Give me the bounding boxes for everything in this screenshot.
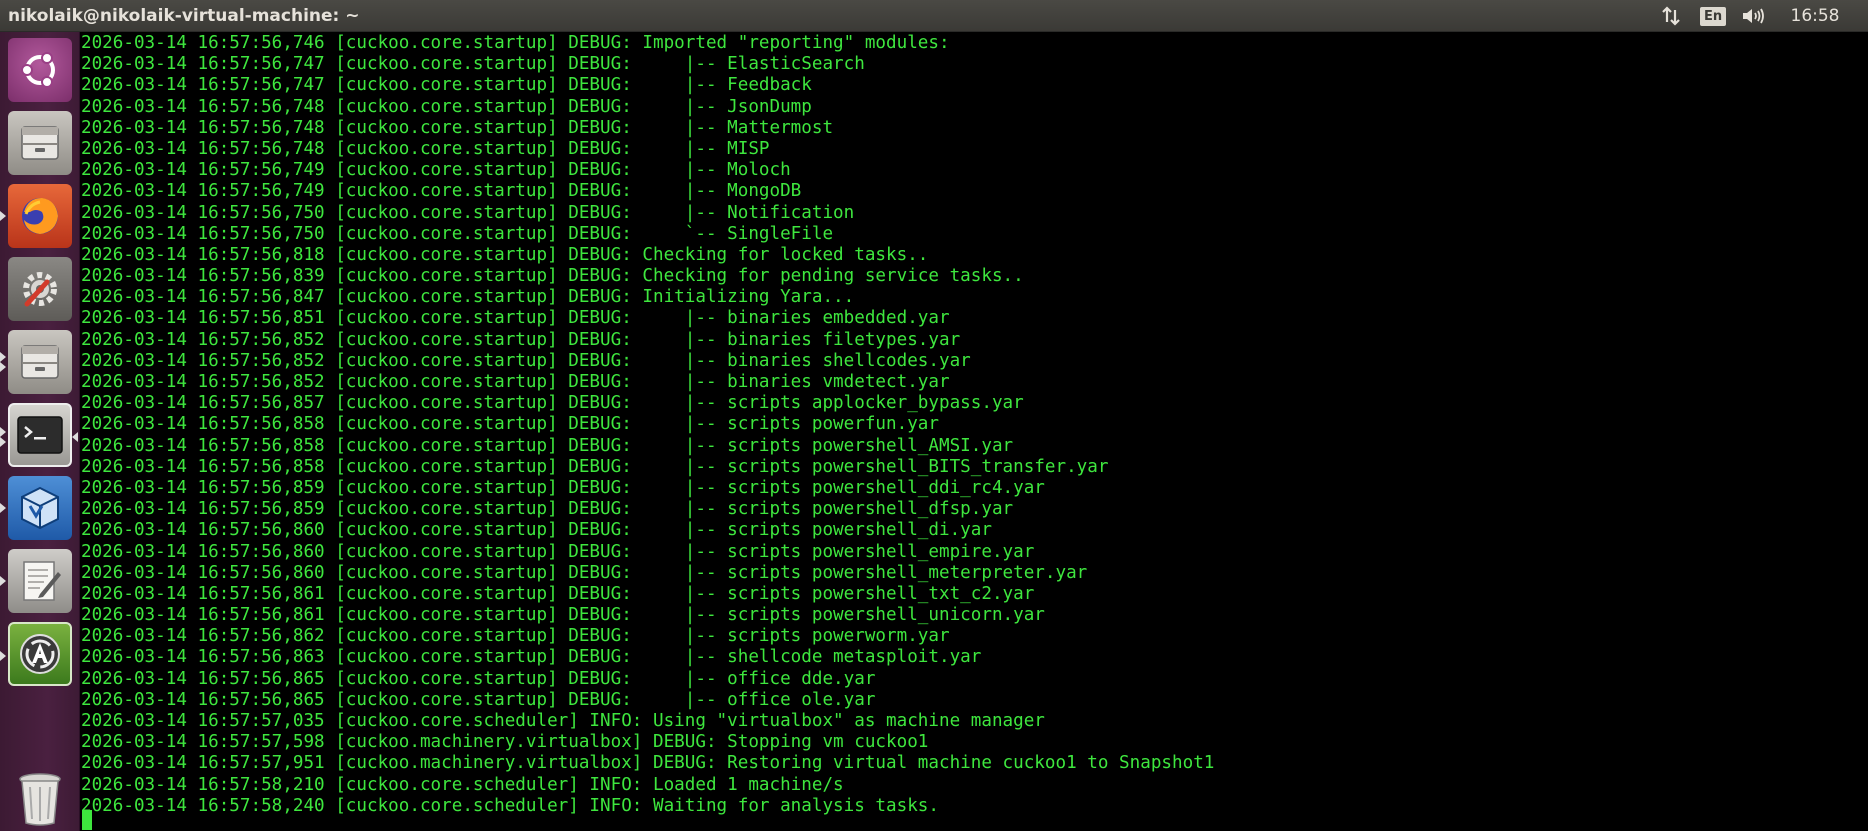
terminal-line: 2026-03-14 16:57:56,858 [cuckoo.core.sta…	[81, 456, 1109, 477]
network-arrows-icon	[1662, 6, 1680, 26]
terminal-line: 2026-03-14 16:57:56,860 [cuckoo.core.sta…	[81, 520, 992, 541]
terminal-line: 2026-03-14 16:57:56,747 [cuckoo.core.sta…	[81, 75, 812, 96]
launcher	[0, 32, 80, 831]
terminal-line: 2026-03-14 16:57:56,750 [cuckoo.core.sta…	[81, 202, 855, 223]
terminal-line: 2026-03-14 16:57:56,865 [cuckoo.core.sta…	[81, 689, 876, 710]
keyboard-layout-indicator[interactable]: En	[1699, 0, 1727, 32]
software-updater-launcher-button[interactable]	[0, 622, 72, 686]
terminal-line: 2026-03-14 16:57:57,598 [cuckoo.machiner…	[81, 732, 929, 753]
system-settings-icon	[23, 272, 57, 307]
top-panel: nikolaik@nikolaik-virtual-machine: ~ En …	[0, 0, 1868, 32]
speaker-icon	[1743, 8, 1764, 24]
running-indicator	[0, 651, 6, 661]
running-indicator	[0, 362, 6, 372]
terminal-line: 2026-03-14 16:57:56,839 [cuckoo.core.sta…	[81, 266, 1024, 287]
terminal-line: 2026-03-14 16:57:56,860 [cuckoo.core.sta…	[81, 541, 1035, 562]
files-launcher-button[interactable]	[8, 111, 72, 175]
running-indicator	[0, 211, 6, 221]
text-editor-launcher-button[interactable]	[0, 549, 72, 613]
system-settings-launcher-button[interactable]	[8, 257, 72, 321]
terminal-line: 2026-03-14 16:57:56,863 [cuckoo.core.sta…	[81, 647, 982, 668]
terminal-line: 2026-03-14 16:57:56,857 [cuckoo.core.sta…	[81, 393, 1024, 414]
terminal-launcher-button[interactable]	[0, 403, 78, 467]
running-indicator	[0, 437, 6, 447]
terminal-line: 2026-03-14 16:57:56,748 [cuckoo.core.sta…	[81, 138, 770, 159]
terminal-output: 2026-03-14 16:57:56,746 [cuckoo.core.sta…	[81, 33, 1214, 817]
files-launcher-button-2[interactable]	[0, 330, 72, 394]
virtualbox-launcher-button[interactable]	[0, 476, 72, 540]
files-icon	[21, 126, 59, 160]
terminal-line: 2026-03-14 16:57:56,818 [cuckoo.core.sta…	[81, 244, 929, 265]
terminal-line: 2026-03-14 16:57:56,750 [cuckoo.core.sta…	[81, 223, 834, 244]
terminal-line: 2026-03-14 16:57:56,847 [cuckoo.core.sta…	[81, 287, 855, 308]
text-editor-icon	[23, 561, 61, 601]
running-indicator	[0, 427, 6, 437]
window-title: nikolaik@nikolaik-virtual-machine: ~	[8, 6, 360, 26]
volume-icon[interactable]	[1738, 0, 1770, 32]
terminal-line: 2026-03-14 16:57:57,035 [cuckoo.core.sch…	[81, 711, 1045, 731]
terminal-line: 2026-03-14 16:57:56,747 [cuckoo.core.sta…	[81, 54, 865, 75]
firefox-launcher-button[interactable]	[0, 184, 72, 248]
terminal-line: 2026-03-14 16:57:58,240 [cuckoo.core.sch…	[81, 795, 939, 816]
terminal-line: 2026-03-14 16:57:56,851 [cuckoo.core.sta…	[81, 308, 950, 329]
network-icon[interactable]	[1656, 0, 1686, 32]
running-indicator	[0, 576, 6, 586]
terminal-line: 2026-03-14 16:57:56,861 [cuckoo.core.sta…	[81, 583, 1035, 604]
terminal-line: 2026-03-14 16:57:56,746 [cuckoo.core.sta…	[81, 33, 950, 53]
terminal-line: 2026-03-14 16:57:56,861 [cuckoo.core.sta…	[81, 605, 1045, 626]
terminal-line: 2026-03-14 16:57:56,852 [cuckoo.core.sta…	[81, 329, 961, 350]
terminal-line: 2026-03-14 16:57:56,860 [cuckoo.core.sta…	[81, 562, 1088, 583]
terminal-cursor	[82, 810, 92, 830]
terminal-line: 2026-03-14 16:57:58,210 [cuckoo.core.sch…	[81, 774, 844, 795]
terminal-line: 2026-03-14 16:57:56,852 [cuckoo.core.sta…	[81, 350, 971, 371]
software-updater-icon	[20, 634, 60, 674]
ubuntu-dash-button[interactable]	[8, 38, 72, 102]
terminal-icon	[17, 416, 63, 454]
terminal-line: 2026-03-14 16:57:56,859 [cuckoo.core.sta…	[81, 477, 1045, 498]
terminal-line: 2026-03-14 16:57:56,865 [cuckoo.core.sta…	[81, 668, 876, 689]
clock[interactable]: 16:58	[1780, 0, 1850, 32]
terminal-line: 2026-03-14 16:57:57,951 [cuckoo.machiner…	[81, 753, 1215, 774]
terminal-line: 2026-03-14 16:57:56,858 [cuckoo.core.sta…	[81, 414, 939, 435]
focused-indicator	[72, 432, 78, 442]
ubuntu-logo-icon	[21, 52, 55, 88]
terminal-line: 2026-03-14 16:57:56,748 [cuckoo.core.sta…	[81, 117, 834, 138]
running-indicator	[0, 503, 6, 513]
firefox-icon	[22, 198, 58, 234]
terminal-line: 2026-03-14 16:57:56,852 [cuckoo.core.sta…	[81, 372, 950, 392]
terminal-line: 2026-03-14 16:57:56,749 [cuckoo.core.sta…	[81, 160, 791, 181]
files-icon-2	[21, 345, 59, 379]
terminal-line: 2026-03-14 16:57:56,858 [cuckoo.core.sta…	[81, 435, 1014, 456]
terminal-line: 2026-03-14 16:57:56,749 [cuckoo.core.sta…	[81, 181, 802, 202]
running-indicator	[0, 352, 6, 362]
virtualbox-icon	[21, 486, 59, 530]
terminal-line: 2026-03-14 16:57:56,748 [cuckoo.core.sta…	[81, 96, 812, 117]
terminal-line: 2026-03-14 16:57:56,862 [cuckoo.core.sta…	[81, 626, 950, 647]
keyboard-layout-label: En	[1699, 6, 1727, 26]
trash-icon	[19, 773, 61, 826]
trash-launcher-button[interactable]	[8, 767, 72, 831]
terminal-line: 2026-03-14 16:57:56,859 [cuckoo.core.sta…	[81, 499, 1014, 520]
terminal-window[interactable]: 2026-03-14 16:57:56,746 [cuckoo.core.sta…	[81, 32, 1868, 831]
